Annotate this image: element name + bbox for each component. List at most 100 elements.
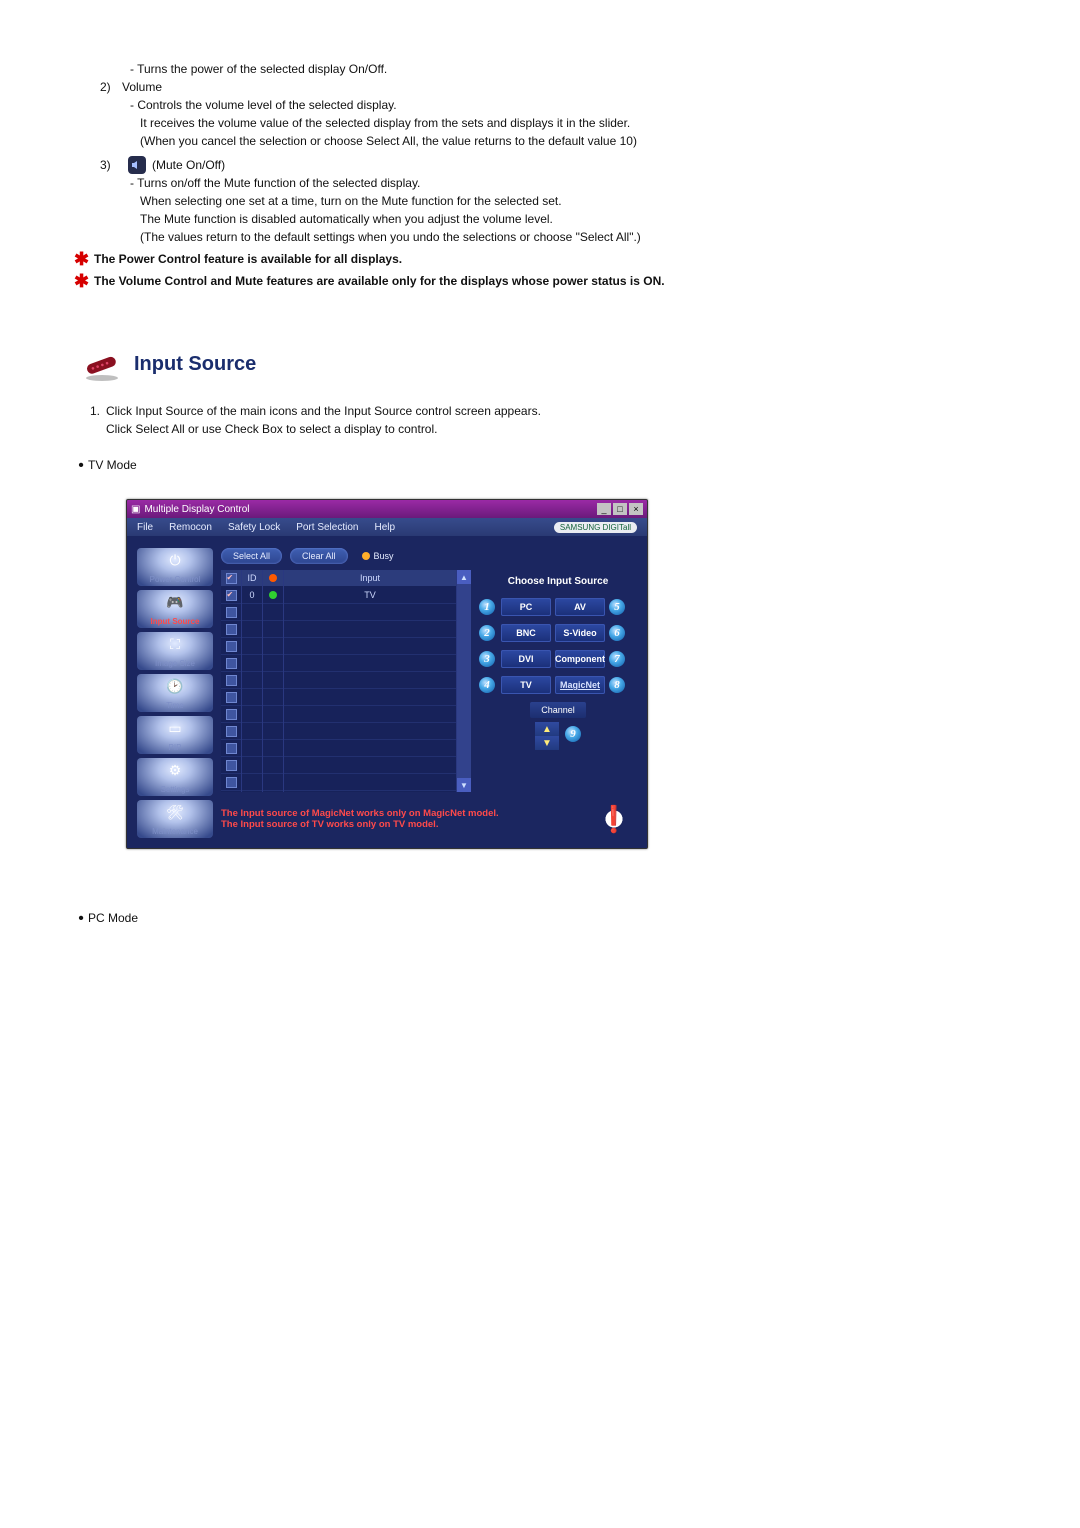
choose-input-grid: 1 PC AV 5 2 BNC S-Video 6 3 DVI Compon (479, 596, 637, 696)
channel-control: Channel ▲ ▼ 9 (479, 702, 637, 750)
busy-dot-icon (362, 552, 370, 560)
sidebar-item-label: PIP (169, 743, 182, 752)
sidebar-item-maintenance[interactable]: 🛠 Maintenance (137, 800, 213, 838)
mdc-menubar: File Remocon Safety Lock Port Selection … (127, 518, 647, 536)
alert-icon: ❗ (597, 802, 631, 836)
callout-7-icon: 7 (609, 651, 625, 667)
choose-input-panel: Choose Input Source 1 PC AV 5 2 BNC S-Vi… (479, 570, 637, 792)
grid-header-check[interactable] (221, 570, 241, 587)
close-button[interactable]: × (629, 503, 643, 515)
sidebar-item-image-size[interactable]: ⛶ Image Size (137, 632, 213, 670)
select-all-button[interactable]: Select All (221, 548, 282, 564)
main-toolbar: Select All Clear All Busy (221, 548, 637, 564)
mdc-sidebar: ⏻ Power Control 🎮 Input Source ⛶ Image S… (137, 548, 213, 838)
source-svideo-button[interactable]: S-Video (555, 624, 605, 642)
callout-3-icon: 3 (479, 651, 495, 667)
sidebar-item-time[interactable]: 🕑 Time (137, 674, 213, 712)
source-pc-button[interactable]: PC (501, 598, 551, 616)
power-status-icon (269, 574, 277, 582)
bullet-icon: • (74, 456, 88, 475)
mdc-footer: The Input source of MagicNet works only … (221, 802, 637, 836)
pc-mode-label: PC Mode (88, 909, 138, 928)
grid-header-input: Input (284, 570, 456, 587)
remote-icon: 🎮 (166, 594, 183, 611)
volume-line-1: - Controls the volume level of the selec… (130, 96, 1020, 114)
star-icon: ✱ (74, 272, 94, 290)
input-source-section-header: Input Source (78, 346, 1020, 382)
callout-2-icon: 2 (479, 625, 495, 641)
wrench-icon: 🛠 (166, 804, 184, 821)
mute-item: 3) (Mute On/Off) (100, 156, 1020, 174)
mdc-main: Select All Clear All Busy (221, 548, 637, 838)
grid-header-status (263, 570, 283, 587)
window-title: Multiple Display Control (144, 504, 249, 515)
volume-item-label: Volume (122, 78, 162, 96)
remote-control-icon (78, 346, 126, 382)
callout-8-icon: 8 (609, 677, 625, 693)
menu-file[interactable]: File (137, 522, 153, 533)
busy-label: Busy (374, 551, 394, 561)
source-tv-button[interactable]: TV (501, 676, 551, 694)
step-1-line-a: Click Input Source of the main icons and… (106, 402, 541, 420)
source-bnc-button[interactable]: BNC (501, 624, 551, 642)
maximize-button[interactable]: □ (613, 503, 627, 515)
star-icon: ✱ (74, 250, 94, 268)
sidebar-item-input-source[interactable]: 🎮 Input Source (137, 590, 213, 628)
channel-label: Channel (530, 702, 586, 718)
menu-help[interactable]: Help (374, 522, 395, 533)
busy-indicator: Busy (362, 551, 394, 561)
sidebar-item-label: Image Size (155, 659, 195, 668)
menu-port[interactable]: Port Selection (296, 522, 358, 533)
mdc-titlebar: ▣ Multiple Display Control _ □ × (127, 500, 647, 518)
grid-scrollbar[interactable]: ▲ ▼ (457, 570, 471, 792)
sidebar-item-pip[interactable]: ▭ PIP (137, 716, 213, 754)
grid-check-0[interactable] (221, 587, 241, 604)
callout-1-icon: 1 (479, 599, 495, 615)
mute-line-3: The Mute function is disabled automatica… (130, 210, 1020, 228)
scroll-up-button[interactable]: ▲ (457, 570, 471, 584)
gear-icon: ⚙ (169, 762, 182, 779)
mute-toggle-icon (128, 156, 146, 174)
callout-4-icon: 4 (479, 677, 495, 693)
callout-5-icon: 5 (609, 599, 625, 615)
mute-line-1: - Turns on/off the Mute function of the … (130, 174, 1020, 192)
sidebar-item-label: Settings (161, 785, 190, 794)
tv-mode-bullet: • TV Mode (74, 456, 1020, 475)
document-page: - Turns the power of the selected displa… (0, 0, 1080, 968)
source-dvi-button[interactable]: DVI (501, 650, 551, 668)
step-1: 1. Click Input Source of the main icons … (74, 402, 1020, 438)
source-av-button[interactable]: AV (555, 598, 605, 616)
note-power-control: ✱ The Power Control feature is available… (74, 252, 1020, 268)
mdc-body: ⏻ Power Control 🎮 Input Source ⛶ Image S… (127, 536, 647, 848)
app-icon: ▣ (131, 504, 140, 515)
clear-all-button[interactable]: Clear All (290, 548, 348, 564)
power-description: - Turns the power of the selected displa… (130, 60, 1020, 78)
clock-icon: 🕑 (166, 678, 183, 695)
mdc-screenshot: ▣ Multiple Display Control _ □ × File Re… (126, 499, 1020, 849)
sidebar-item-label: Time (166, 701, 183, 710)
menu-remocon[interactable]: Remocon (169, 522, 212, 533)
volume-line-2: It receives the volume value of the sele… (130, 114, 1020, 132)
grid-header-id: ID (242, 570, 262, 587)
callout-6-icon: 6 (609, 625, 625, 641)
channel-up-button[interactable]: ▲ (535, 722, 559, 736)
grid-status-0 (263, 587, 283, 604)
input-source-title: Input Source (134, 353, 256, 376)
scroll-down-button[interactable]: ▼ (457, 778, 471, 792)
bullet-icon: • (74, 909, 88, 928)
sidebar-item-label: Power Control (150, 575, 201, 584)
choose-input-title: Choose Input Source (479, 570, 637, 592)
minimize-button[interactable]: _ (597, 503, 611, 515)
grid-input-0: TV (284, 587, 456, 604)
menu-safety[interactable]: Safety Lock (228, 522, 280, 533)
channel-down-button[interactable]: ▼ (535, 736, 559, 750)
callout-9-icon: 9 (565, 726, 581, 742)
footer-warning-line-1: The Input source of MagicNet works only … (221, 808, 499, 819)
step-1-line-b: Click Select All or use Check Box to sel… (106, 420, 541, 438)
mute-line-4: (The values return to the default settin… (130, 228, 1020, 246)
footer-warning-line-2: The Input source of TV works only on TV … (221, 819, 499, 830)
source-component-button[interactable]: Component (555, 650, 605, 668)
source-magicnet-button[interactable]: MagicNet (555, 676, 605, 694)
sidebar-item-power-control[interactable]: ⏻ Power Control (137, 548, 213, 586)
sidebar-item-settings[interactable]: ⚙ Settings (137, 758, 213, 796)
